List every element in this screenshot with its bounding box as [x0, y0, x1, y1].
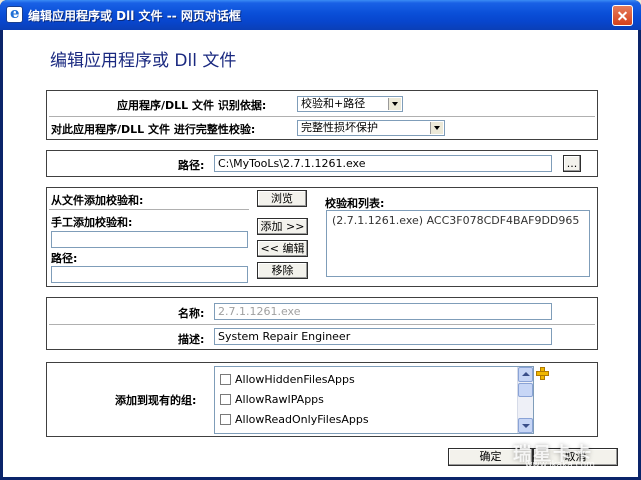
ie-icon	[6, 4, 23, 23]
scroll-down-icon[interactable]	[518, 418, 533, 433]
manual-checksum-label: 手工添加校验和:	[51, 216, 133, 229]
title-bar[interactable]: 编辑应用程序或 Dll 文件 -- 网页对话框	[0, 0, 641, 30]
checkbox[interactable]	[220, 394, 231, 405]
group-item-label: AllowRawIPApps	[235, 393, 324, 406]
plus-icon[interactable]	[536, 367, 549, 380]
chevron-down-icon[interactable]	[430, 122, 443, 134]
groups-panel: 添加到现有的组: AllowHiddenFilesApps AllowRawIP…	[46, 362, 598, 437]
integrity-select-value: 完整性损坏保护	[301, 121, 378, 134]
description-label: 描述:	[178, 333, 205, 346]
list-item[interactable]: (2.7.1.1261.exe) ACC3F078CDF4BAF9DD965	[332, 214, 579, 227]
edit-checksum-button[interactable]: << 编辑	[257, 240, 308, 257]
dialog-body: 编辑应用程序或 Dll 文件 应用程序/DLL 文件 识别依据: 校验和+路径 …	[3, 30, 638, 477]
name-input: 2.7.1.1261.exe	[214, 303, 552, 320]
checksum-path-label: 路径:	[51, 252, 78, 265]
identify-panel: 应用程序/DLL 文件 识别依据: 校验和+路径 对此应用程序/DLL 文件 进…	[46, 90, 598, 140]
path-label: 路径:	[178, 159, 205, 172]
manual-checksum-input[interactable]	[51, 231, 248, 248]
groups-list[interactable]: AllowHiddenFilesApps AllowRawIPApps Allo…	[214, 366, 534, 434]
identify-select-value: 校验和+路径	[301, 97, 366, 110]
scroll-thumb[interactable]	[518, 383, 533, 397]
checksum-list-label: 校验和列表:	[325, 197, 385, 210]
checkbox[interactable]	[220, 414, 231, 425]
identify-label: 应用程序/DLL 文件 识别依据:	[117, 99, 267, 112]
dialog-window: 编辑应用程序或 Dll 文件 -- 网页对话框 编辑应用程序或 Dll 文件 应…	[0, 0, 641, 480]
close-button[interactable]	[612, 5, 633, 26]
integrity-label: 对此应用程序/DLL 文件 进行完整性校验:	[51, 123, 256, 136]
path-browse-button[interactable]: ...	[563, 155, 581, 172]
group-item-raw-ip[interactable]: AllowRawIPApps	[220, 393, 324, 409]
groups-label: 添加到现有的组:	[115, 394, 197, 407]
page-title: 编辑应用程序或 Dll 文件	[50, 51, 237, 71]
checksum-list[interactable]: (2.7.1.1261.exe) ACC3F078CDF4BAF9DD965	[326, 210, 590, 277]
scroll-up-icon[interactable]	[518, 367, 533, 382]
from-file-label: 从文件添加校验和:	[51, 194, 144, 207]
chevron-down-icon[interactable]	[388, 98, 401, 110]
watermark-url: www.ikaka.com	[525, 460, 595, 470]
identify-select[interactable]: 校验和+路径	[297, 96, 403, 112]
checksum-panel: 从文件添加校验和: 浏览 手工添加校验和: 路径: 添加 >> << 编辑 移除…	[46, 187, 598, 287]
description-input[interactable]: System Repair Engineer	[214, 328, 552, 345]
add-checksum-button[interactable]: 添加 >>	[257, 218, 308, 235]
divider	[49, 209, 249, 210]
details-panel: 名称: 2.7.1.1261.exe 描述: System Repair Eng…	[46, 297, 598, 350]
window-title: 编辑应用程序或 Dll 文件 -- 网页对话框	[28, 9, 241, 23]
group-item-read-only[interactable]: AllowReadOnlyFilesApps	[220, 413, 369, 429]
checksum-browse-button[interactable]: 浏览	[257, 190, 307, 207]
group-item-label: AllowReadOnlyFilesApps	[235, 413, 369, 426]
group-item-hidden-files[interactable]: AllowHiddenFilesApps	[220, 373, 355, 389]
divider	[49, 324, 595, 325]
group-item-label: AllowHiddenFilesApps	[235, 373, 355, 386]
checkbox[interactable]	[220, 374, 231, 385]
path-panel: 路径: C:\MyTooLs\2.7.1.1261.exe ...	[46, 150, 598, 177]
integrity-select[interactable]: 完整性损坏保护	[297, 120, 445, 136]
remove-checksum-button[interactable]: 移除	[257, 262, 308, 279]
groups-scrollbar[interactable]	[517, 367, 533, 433]
checksum-path-input[interactable]	[51, 266, 248, 283]
path-input[interactable]: C:\MyTooLs\2.7.1.1261.exe	[214, 155, 552, 172]
divider	[49, 116, 595, 117]
name-label: 名称:	[178, 307, 205, 320]
